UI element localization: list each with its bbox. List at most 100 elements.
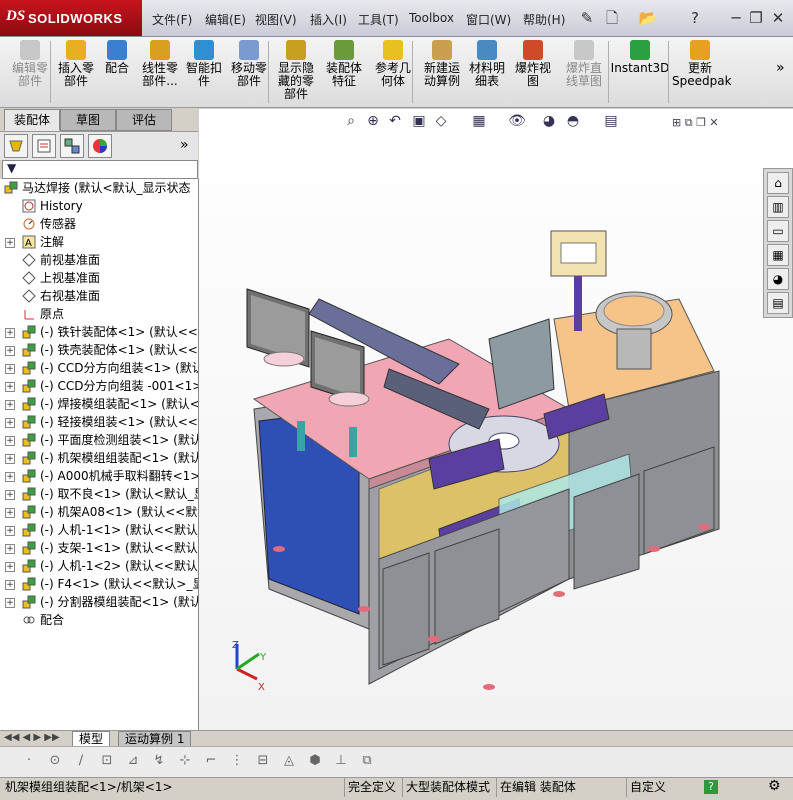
rebuild-ok-icon[interactable]: ? <box>704 780 718 794</box>
expand-toggle[interactable]: + <box>5 562 15 572</box>
command-button[interactable]: 配合 <box>100 40 134 75</box>
expand-toggle[interactable]: + <box>5 436 15 446</box>
rectangle-icon[interactable]: ⊡ <box>98 752 116 770</box>
command-button[interactable]: 线性零 部件... <box>138 40 182 88</box>
expand-toggle[interactable]: + <box>5 544 15 554</box>
menu-item[interactable]: 窗口(W) <box>466 11 511 28</box>
design-library-icon[interactable]: ▥ <box>767 196 789 218</box>
tree-item-label: (-) 平面度检测组装<1> (默认 <box>40 433 199 447</box>
command-button[interactable]: 编辑零 部件 <box>4 40 56 88</box>
custom-properties-icon[interactable]: ▤ <box>767 292 789 314</box>
command-button[interactable]: Instant3D <box>610 40 670 75</box>
file-explorer-icon[interactable]: ▭ <box>767 220 789 242</box>
display-manager-icon[interactable] <box>88 134 112 158</box>
command-button[interactable]: 更新 Speedpak <box>672 40 732 88</box>
circle-icon[interactable]: ⊙ <box>46 752 64 770</box>
command-button[interactable]: 材料明 细表 <box>466 40 508 88</box>
configuration-manager-icon[interactable] <box>60 134 84 158</box>
zoom-to-fit-icon[interactable]: ⌕ <box>342 112 360 130</box>
expand-toggle[interactable]: + <box>5 490 15 500</box>
mirror-icon[interactable]: ⋮ <box>228 752 246 770</box>
fillet-icon[interactable]: ⌐ <box>202 752 220 770</box>
tree-filter-input[interactable]: ▼ <box>2 160 198 179</box>
tab-evaluate[interactable]: 评估 <box>116 109 172 131</box>
graphics-area[interactable] <box>199 109 793 730</box>
trim-icon[interactable]: ⊿ <box>124 752 142 770</box>
appearances-icon[interactable]: ◕ <box>767 268 789 290</box>
tab-motion-study[interactable]: 运动算例 1 <box>118 731 192 747</box>
smart-dimension-icon[interactable]: ⊟ <box>254 752 272 770</box>
restore-button[interactable]: ❐ <box>746 8 766 28</box>
tree-item-label: (-) 分割器模组装配<1> (默认 <box>40 595 199 609</box>
normal-to-icon[interactable]: ⊥ <box>332 752 350 770</box>
expand-toggle[interactable]: + <box>5 364 15 374</box>
view-orientation-icon[interactable]: ◇ <box>432 112 450 130</box>
line-icon[interactable]: ∕ <box>72 752 90 770</box>
menu-item[interactable]: 文件(F) <box>152 11 192 28</box>
expand-toggle[interactable]: + <box>5 418 15 428</box>
help-icon[interactable]: ? <box>685 8 705 28</box>
view-icon[interactable]: ⧉ <box>358 752 376 770</box>
status-custom-units[interactable]: 自定义 <box>626 778 699 797</box>
command-button[interactable]: 装配体 特征 <box>322 40 366 88</box>
command-button[interactable]: 爆炸直 线草图 <box>560 40 608 88</box>
menu-item[interactable]: 工具(T) <box>358 11 399 28</box>
expand-toggle[interactable]: + <box>5 472 15 482</box>
expand-toggle[interactable]: + <box>5 346 15 356</box>
section-view-icon[interactable]: ▣ <box>410 112 428 130</box>
previous-view-icon[interactable]: ↶ <box>386 112 404 130</box>
property-manager-icon[interactable] <box>32 134 56 158</box>
close-button[interactable]: ✕ <box>768 8 788 28</box>
convert-entities-icon[interactable]: ↯ <box>150 752 168 770</box>
tab-sketch[interactable]: 草图 <box>60 109 116 131</box>
tab-model[interactable]: 模型 <box>72 731 111 747</box>
triad-z-label: Z <box>232 640 239 651</box>
command-button[interactable]: 智能扣 件 <box>184 40 224 88</box>
expand-toggle[interactable]: + <box>5 382 15 392</box>
expand-toggle[interactable]: + <box>5 580 15 590</box>
zoom-to-area-icon[interactable]: ⊕ <box>364 112 382 130</box>
expand-toggle[interactable]: + <box>5 400 15 410</box>
expand-toggle[interactable]: + <box>5 526 15 536</box>
view-settings-icon[interactable]: ▤ <box>602 112 620 130</box>
expand-toggle[interactable]: + <box>5 598 15 608</box>
command-button[interactable]: 参考几 何体 <box>368 40 418 88</box>
edit-appearance-icon[interactable]: ◕ <box>540 112 558 130</box>
pin-icon[interactable]: ✎ <box>577 8 597 28</box>
offset-icon[interactable]: ⊹ <box>176 752 194 770</box>
tab-assembly[interactable]: 装配体 <box>4 109 60 131</box>
resources-home-icon[interactable]: ⌂ <box>767 172 789 194</box>
new-document-icon[interactable]: 🗋 <box>602 8 622 28</box>
apply-scene-icon[interactable]: ◓ <box>564 112 582 130</box>
command-button[interactable]: 插入零 部件 <box>56 40 96 88</box>
hide-show-items-icon[interactable]: 👁 <box>508 112 526 130</box>
solid-icon[interactable]: ⬢ <box>306 752 324 770</box>
viewport-controls[interactable]: ⊞ ⧉ ❐ ✕ <box>672 116 719 130</box>
expand-panel-icon[interactable]: » <box>180 137 189 153</box>
more-commands-button[interactable]: » <box>776 60 785 76</box>
origin-icon <box>22 307 36 321</box>
menu-item[interactable]: 视图(V) <box>255 11 297 28</box>
view-palette-icon[interactable]: ▦ <box>767 244 789 266</box>
point-icon[interactable]: · <box>20 752 38 770</box>
menu-item[interactable]: 插入(I) <box>310 11 347 28</box>
status-tooltip-icon[interactable]: ⚙ <box>768 778 781 794</box>
command-button[interactable]: 爆炸视 图 <box>512 40 554 88</box>
expand-toggle[interactable]: + <box>5 508 15 518</box>
solidworks-logo[interactable]: DS SOLIDWORKS <box>0 0 142 36</box>
command-button[interactable]: 显示隐 藏的零 部件 <box>272 40 320 101</box>
command-button[interactable]: 移动零 部件 <box>226 40 272 88</box>
open-document-icon[interactable]: 📂 <box>638 8 658 28</box>
reference-geometry-icon[interactable]: ◬ <box>280 752 298 770</box>
menu-item[interactable]: 编辑(E) <box>205 11 246 28</box>
command-button[interactable]: 新建运 动算例 <box>420 40 464 88</box>
menu-item[interactable]: Toolbox <box>409 11 454 25</box>
tab-nav-arrows[interactable]: ◀◀ ◀ ▶ ▶▶ <box>4 732 60 743</box>
feature-tree-icon[interactable] <box>4 134 28 158</box>
display-style-icon[interactable]: ▦ <box>470 112 488 130</box>
menu-item[interactable]: 帮助(H) <box>523 11 565 28</box>
expand-toggle[interactable]: + <box>5 328 15 338</box>
expand-toggle[interactable]: + <box>5 454 15 464</box>
minimize-button[interactable]: ─ <box>726 8 746 28</box>
expand-toggle[interactable]: + <box>5 238 15 248</box>
